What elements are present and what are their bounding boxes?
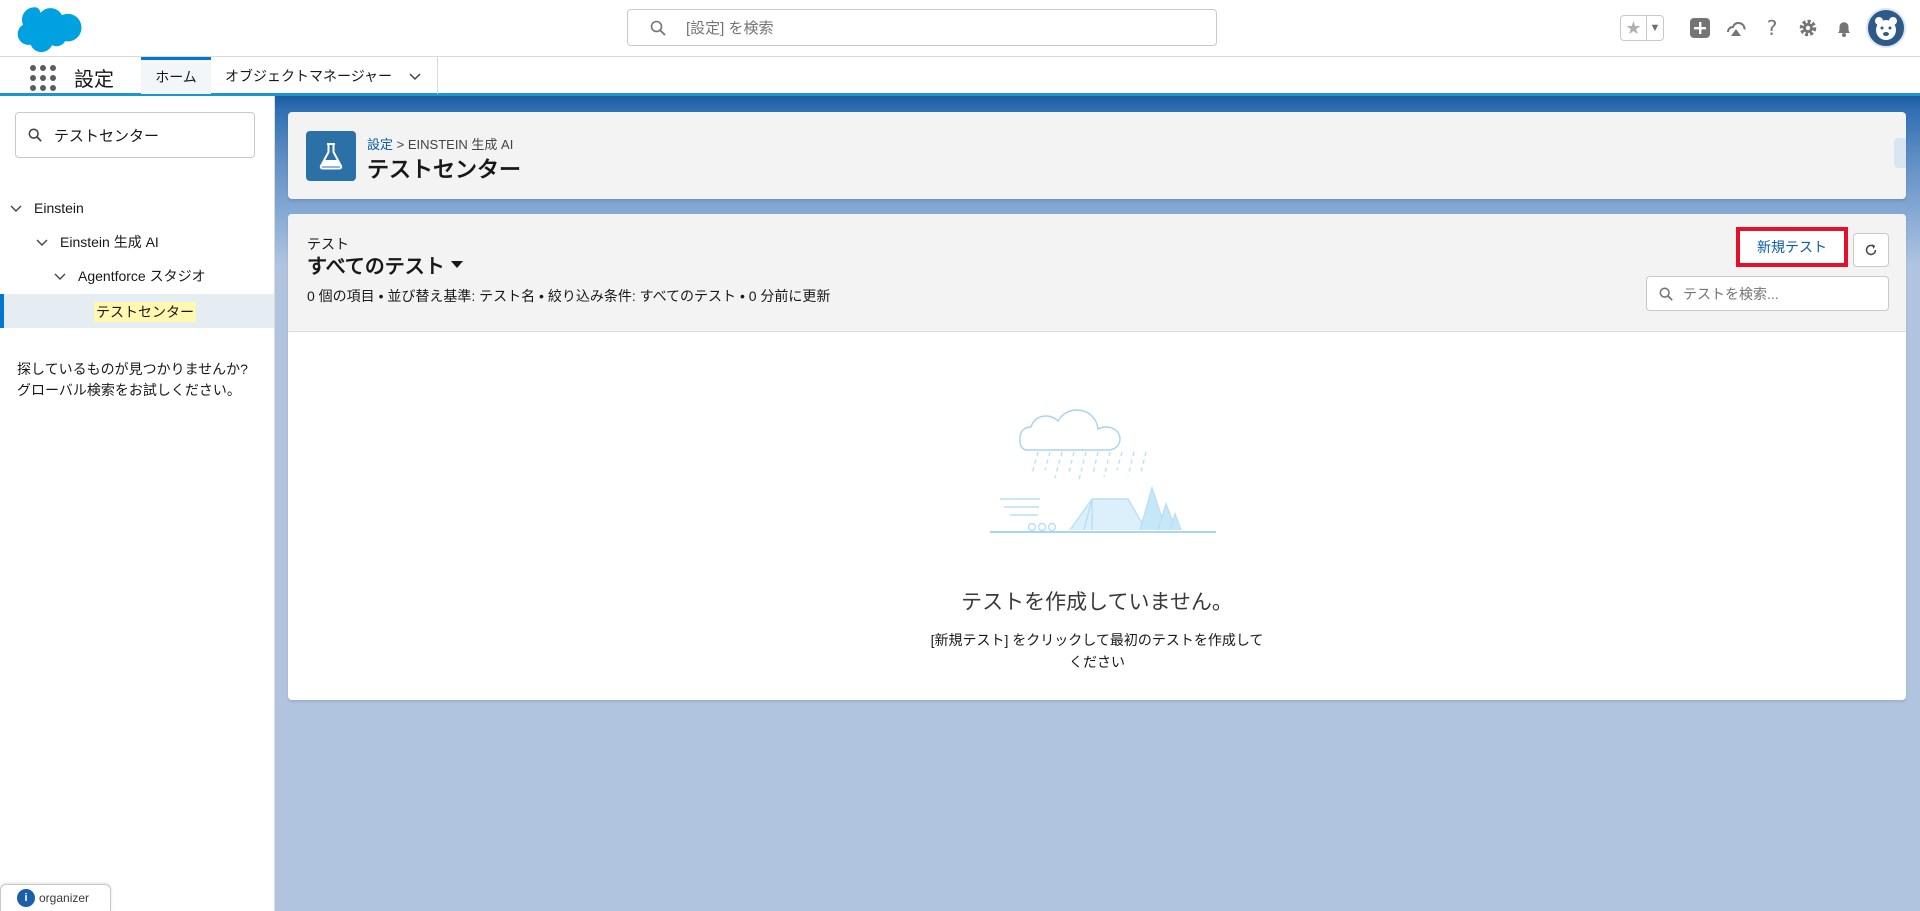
tab-object-manager-label: オブジェクトマネージャー <box>225 67 393 84</box>
global-header: [設定] を検索 ★ ▼ ? <box>0 0 1920 56</box>
empty-body-line: ください <box>1069 654 1125 670</box>
side-panel-toggle[interactable] <box>1894 138 1906 168</box>
organizer-label: organizer <box>39 891 90 905</box>
search-icon <box>28 128 42 142</box>
notifications-button[interactable] <box>1826 10 1862 46</box>
sidebar-help-text: 探しているものが見つかりませんか? グローバル検索をお試しください。 <box>17 359 262 401</box>
help-icon: ? <box>1767 17 1778 39</box>
chevron-down-icon[interactable] <box>408 69 422 83</box>
page-title: テストセンター <box>367 157 522 182</box>
breadcrumb: 設定 > EINSTEIN 生成 AI <box>367 134 513 153</box>
organizer-info-icon: i <box>17 889 35 907</box>
setup-sidebar: テストセンター Einstein Einstein 生成 AI Agentfor… <box>0 96 275 911</box>
search-icon <box>1659 287 1673 301</box>
list-view-name: すべてのテスト <box>307 256 445 278</box>
tab-home-label: ホーム <box>155 69 197 85</box>
chevron-down-icon[interactable] <box>10 202 22 214</box>
tab-object-manager[interactable]: オブジェクトマネージャー <box>212 57 438 94</box>
test-list-view: テスト すべてのテスト 0 個の項目 • 並び替え基準: テスト名 • 絞り込み… <box>288 214 1906 700</box>
breadcrumb-link-setup[interactable]: 設定 <box>367 137 393 152</box>
empty-state-title: テストを作成していません。 <box>961 591 1233 614</box>
empty-state-illustration <box>990 409 1216 533</box>
flask-icon <box>306 131 356 181</box>
caret-down-icon <box>450 261 463 268</box>
page-header: 設定 > EINSTEIN 生成 AI テストセンター <box>288 112 1906 199</box>
tree-item-label: Einstein 生成 AI <box>60 234 159 250</box>
svg-text:?: ? <box>1767 17 1778 39</box>
tab-home[interactable]: ホーム <box>141 57 211 94</box>
breadcrumb-separator: > <box>396 137 405 152</box>
chevron-down-icon[interactable] <box>36 236 48 248</box>
favorites-dropdown-icon[interactable]: ▼ <box>1647 16 1663 40</box>
setup-button[interactable] <box>1790 10 1826 46</box>
list-search-placeholder: テストを検索... <box>1683 285 1779 302</box>
empty-state-body: [新規テスト] をクリックして最初のテストを作成して ください <box>288 629 1906 673</box>
favorites-group: ★ ▼ <box>1620 15 1664 41</box>
list-view-selector[interactable]: すべてのテスト <box>307 250 463 279</box>
app-launcher-icon[interactable] <box>30 65 56 91</box>
breadcrumb-current: EINSTEIN 生成 AI <box>407 137 514 152</box>
tree-item-test-center[interactable]: テストセンター <box>0 294 274 328</box>
salesforce-logo[interactable] <box>16 6 82 52</box>
app-name: 設定 <box>74 69 114 91</box>
gear-icon <box>1799 19 1817 37</box>
tree-item-einstein-gen-ai[interactable]: Einstein 生成 AI <box>36 228 159 256</box>
user-avatar[interactable] <box>1866 8 1906 48</box>
help-line: 探しているものが見つかりませんか? <box>17 361 248 377</box>
refresh-button[interactable] <box>1853 233 1889 267</box>
global-search-input[interactable]: [設定] を検索 <box>627 9 1217 46</box>
global-search-placeholder: [設定] を検索 <box>686 20 774 37</box>
tree-item-label: Agentforce スタジオ <box>78 268 206 284</box>
app-navigation: 設定 ホーム オブジェクトマネージャー <box>0 56 1920 96</box>
flask-svg <box>319 143 343 170</box>
help-button[interactable]: ? <box>1754 10 1790 46</box>
bell-icon <box>1838 22 1850 37</box>
new-test-button[interactable]: 新規テスト <box>1736 227 1848 267</box>
refresh-icon <box>1865 244 1877 256</box>
trailhead-button[interactable] <box>1718 10 1754 46</box>
list-header: テスト すべてのテスト 0 個の項目 • 並び替え基準: テスト名 • 絞り込み… <box>288 214 1906 332</box>
quick-find-input[interactable]: テストセンター <box>15 112 255 158</box>
tree-item-einstein[interactable]: Einstein <box>10 194 84 222</box>
quick-find-value: テストセンター <box>54 127 160 145</box>
list-search-input[interactable]: テストを検索... <box>1646 276 1889 311</box>
organizer-widget[interactable]: i organizer <box>0 884 111 911</box>
list-meta-info: 0 個の項目 • 並び替え基準: テスト名 • 絞り込み条件: すべてのテスト … <box>307 288 831 304</box>
tree-item-label: テストセンター <box>94 302 196 322</box>
chevron-down-icon[interactable] <box>54 270 66 282</box>
empty-body-line: [新規テスト] をクリックして最初のテストを作成して <box>930 632 1264 648</box>
global-actions-button[interactable] <box>1682 10 1718 46</box>
bear-avatar-icon <box>1875 17 1897 40</box>
trailhead-icon <box>1727 21 1746 36</box>
tree-item-agentforce-studio[interactable]: Agentforce スタジオ <box>54 262 206 290</box>
add-icon <box>1690 18 1710 38</box>
help-line: グローバル検索をお試しください。 <box>17 382 241 398</box>
tree-item-label: Einstein <box>34 200 84 216</box>
favorite-star-icon[interactable]: ★ <box>1621 16 1647 40</box>
search-icon <box>650 20 666 36</box>
header-actions: ★ ▼ ? <box>1620 8 1906 48</box>
